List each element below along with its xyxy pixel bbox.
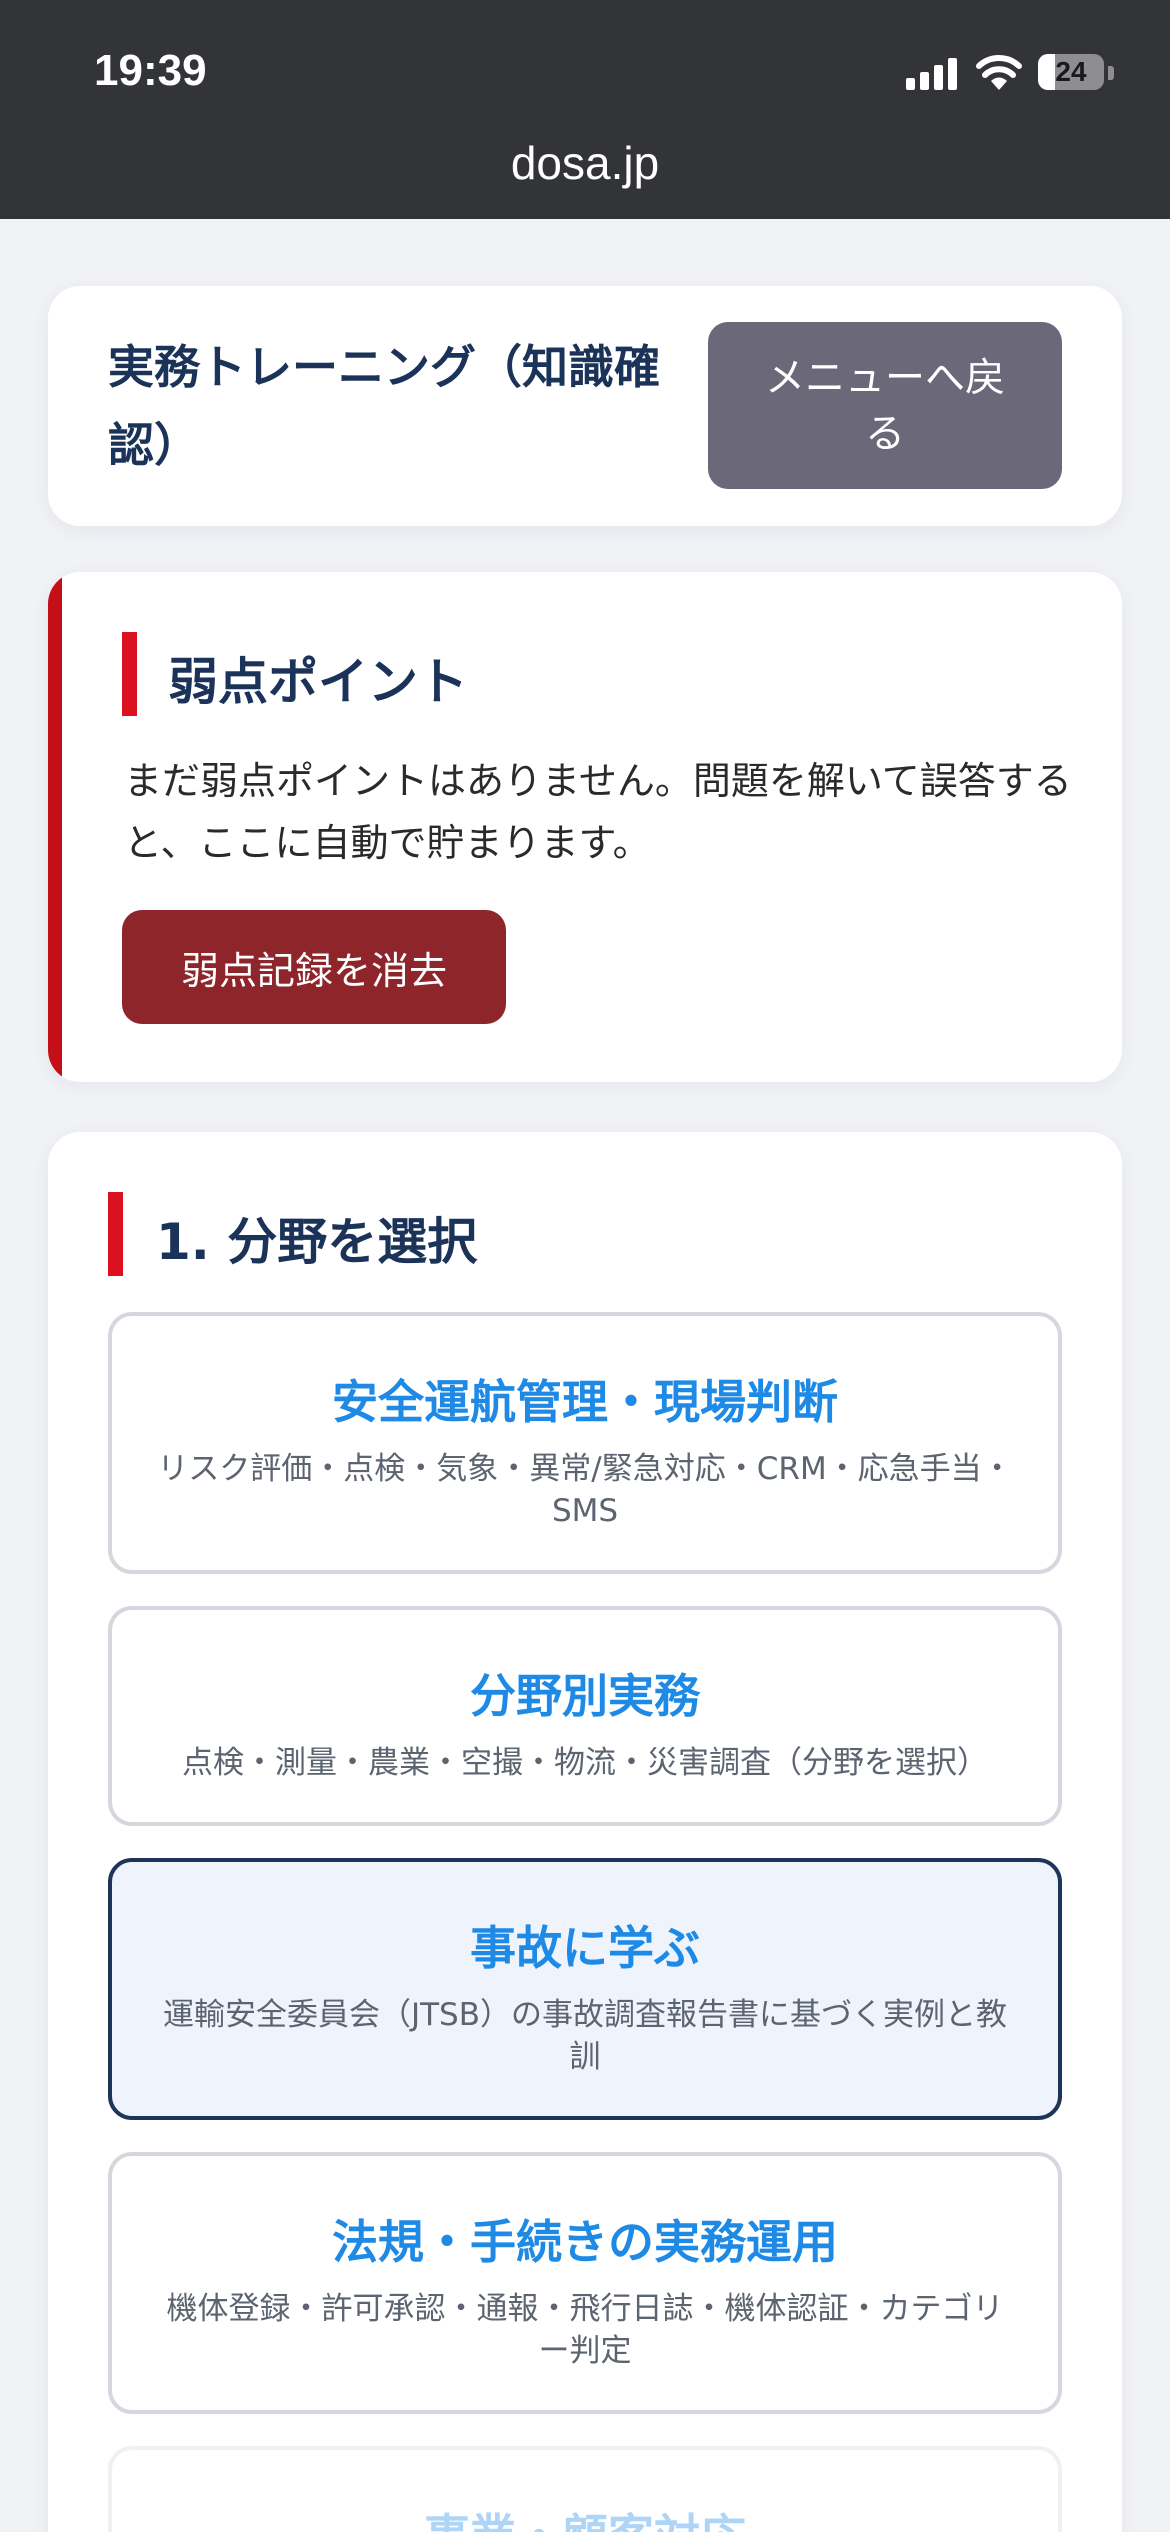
battery-cap (1108, 66, 1114, 80)
option-title: 法規・手続きの実務運用 (332, 2215, 838, 2269)
option-title: 事業・顧客対応 (112, 2500, 1058, 2532)
battery-icon: 24 (1038, 54, 1104, 90)
option-title: 分野別実務 (470, 1669, 700, 1723)
weak-points-message: まだ弱点ポイントはありません。問題を解いて誤答すると、ここに自動で貯まります。 (124, 759, 1072, 865)
page-title: 実務トレーニング（知識確認） (108, 340, 660, 472)
wifi-icon (976, 55, 1022, 90)
field-option-safety[interactable]: 安全運航管理・現場判断 リスク評価・点検・気象・異常/緊急対応・CRM・応急手当… (108, 1312, 1062, 1574)
field-option-practice[interactable]: 分野別実務 点検・測量・農業・空撮・物流・災害調査（分野を選択） (108, 1606, 1062, 1826)
battery-level: 24 (1055, 56, 1087, 87)
header-card: 実務トレーニング（知識確認） メニューへ戻る (48, 286, 1122, 526)
option-title: 安全運航管理・現場判断 (332, 1375, 838, 1429)
option-description: 機体登録・許可承認・通報・飛行日誌・機体認証・カテゴリー判定 (166, 2291, 1004, 2369)
card-accent-bar (48, 572, 62, 1082)
field-select-title: 1. 分野を選択 (156, 1213, 478, 1271)
option-description: リスク評価・点検・気象・異常/緊急対応・CRM・応急手当・SMS (157, 1451, 1013, 1529)
section-marker (122, 632, 137, 716)
address-bar-url[interactable]: dosa.jp (0, 136, 1170, 190)
weak-points-title: 弱点ポイント (168, 653, 468, 711)
option-title: 事故に学ぶ (470, 1921, 700, 1975)
option-description: 点検・測量・農業・空撮・物流・災害調査（分野を選択） (182, 1745, 988, 1781)
weak-points-card: 弱点ポイント まだ弱点ポイントはありません。問題を解いて誤答すると、ここに自動で… (48, 572, 1122, 1082)
back-to-menu-button[interactable]: メニューへ戻る (708, 322, 1062, 489)
option-description: 運輸安全委員会（JTSB）の事故調査報告書に基づく実例と教訓 (162, 1997, 1008, 2075)
clear-weak-points-button[interactable]: 弱点記録を消去 (122, 910, 506, 1024)
field-option-accidents[interactable]: 事故に学ぶ 運輸安全委員会（JTSB）の事故調査報告書に基づく実例と教訓 (108, 1858, 1062, 2120)
field-option-business[interactable]: 事業・顧客対応 (108, 2446, 1062, 2532)
browser-top-bar: 19:39 24 dosa.jp (0, 0, 1170, 219)
cellular-signal-icon (906, 56, 960, 90)
section-marker (108, 1192, 123, 1276)
status-time: 19:39 (94, 46, 207, 95)
field-select-card: 1. 分野を選択 安全運航管理・現場判断 リスク評価・点検・気象・異常/緊急対応… (48, 1132, 1122, 2532)
field-option-regulations[interactable]: 法規・手続きの実務運用 機体登録・許可承認・通報・飛行日誌・機体認証・カテゴリー… (108, 2152, 1062, 2414)
